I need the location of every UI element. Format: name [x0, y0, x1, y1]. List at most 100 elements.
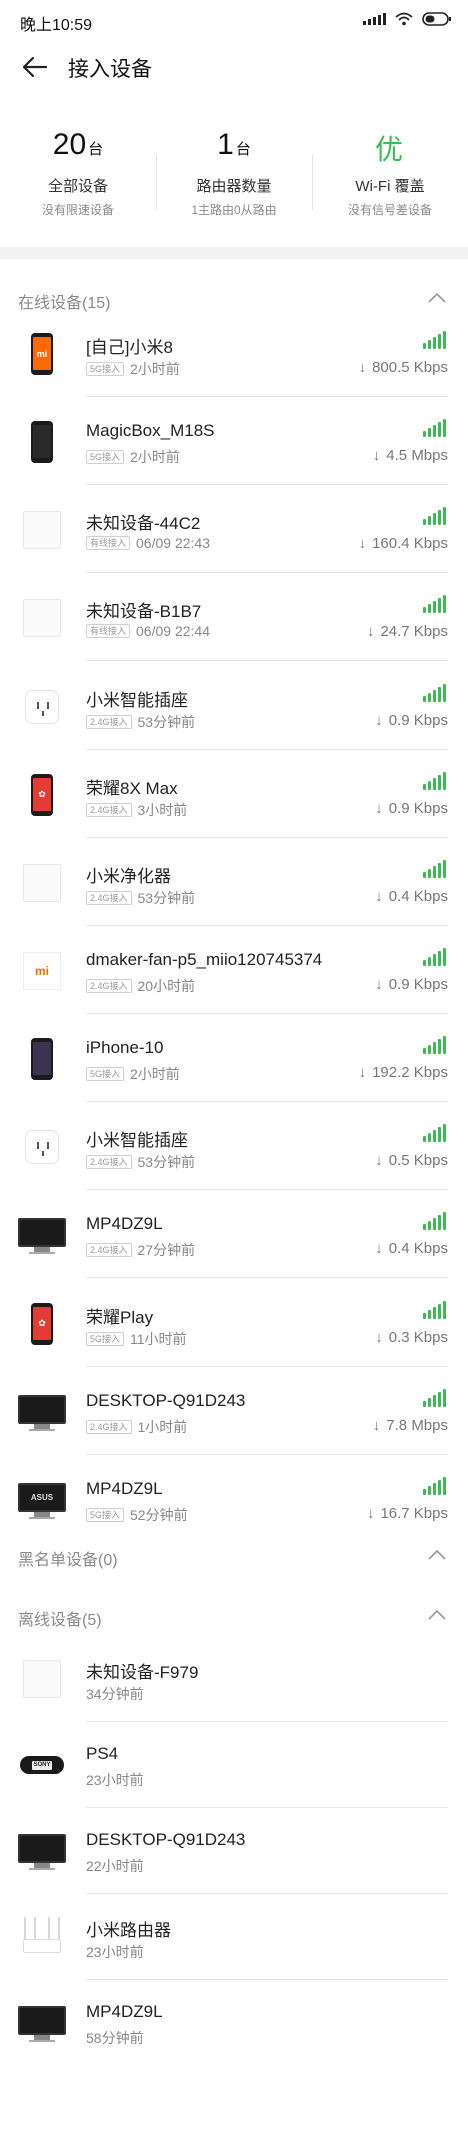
arrow-down-icon: ↓: [366, 1505, 375, 1522]
page-title: 接入设备: [68, 58, 152, 81]
monitor-icon: [18, 1211, 66, 1259]
device-meta: 22小时前: [86, 1856, 144, 1876]
stat-all-devices[interactable]: 20 台 全部设备 没有限速设备: [0, 120, 156, 230]
unknown-device-icon: [18, 859, 66, 907]
last-seen: 53分钟前: [137, 890, 196, 906]
device-meta: 2.4G接入 27分钟前: [86, 1240, 195, 1260]
speed-value: 0.3 Kbps: [388, 1329, 448, 1346]
speed-value: 4.5 Mbps: [386, 447, 448, 464]
stat-wifi-coverage[interactable]: 优 Wi-Fi 覆盖 没有信号差设备: [312, 120, 468, 230]
stat-routers[interactable]: 1台 路由器数量 1主路由0从路由: [156, 120, 312, 230]
device-meta: 58分钟前: [86, 2028, 144, 2048]
connection-tag: 5G接入: [86, 362, 125, 376]
speed-value: 0.4 Kbps: [388, 888, 448, 905]
speed-value: 800.5 Kbps: [372, 359, 448, 376]
device-row[interactable]: ✿ 荣耀8X Max 2.4G接入 3小时前 ↓ 0.9 Kbps: [0, 752, 468, 838]
device-row[interactable]: 小米智能插座 2.4G接入 53分钟前 ↓ 0.5 Kbps: [0, 1104, 468, 1190]
device-name: MP4DZ9L: [86, 1214, 163, 1233]
signal-strength-icon: [423, 507, 446, 525]
device-speed: ↓ 0.9 Kbps: [375, 712, 448, 729]
row-divider: [86, 1101, 448, 1102]
monitor-icon: [18, 1827, 66, 1875]
device-name: 未知设备-B1B7: [86, 602, 202, 621]
chevron-up-icon[interactable]: [428, 1550, 446, 1560]
device-name: MP4DZ9L: [86, 2002, 163, 2021]
monitor-icon: [18, 1388, 66, 1436]
connection-tag: 有线接入: [86, 536, 131, 550]
speed-value: 7.8 Mbps: [386, 1417, 448, 1434]
status-time: 晚上10:59: [20, 17, 93, 34]
last-seen: 3小时前: [137, 802, 188, 818]
device-name: 小米智能插座: [86, 1131, 188, 1150]
signal-strength-icon: [423, 948, 446, 966]
device-row[interactable]: MP4DZ9L 2.4G接入 27分钟前 ↓ 0.4 Kbps: [0, 1192, 468, 1278]
device-speed: ↓ 800.5 Kbps: [359, 359, 448, 376]
last-seen: 22小时前: [86, 1858, 144, 1874]
device-row[interactable]: mi dmaker-fan-p5_miio120745374 2.4G接入 20小时前…: [0, 928, 468, 1014]
speed-value: 0.9 Kbps: [388, 976, 448, 993]
device-name: 小米路由器: [86, 1921, 171, 1940]
device-row[interactable]: mi [自己]小米8 5G接入 2小时前 ↓ 800.5 Kbps: [0, 311, 468, 397]
device-row[interactable]: ASUS MP4DZ9L 5G接入 52分钟前 ↓ 16.7 Kbps: [0, 1457, 468, 1543]
device-speed: ↓ 0.9 Kbps: [375, 800, 448, 817]
device-row[interactable]: iPhone-10 5G接入 2小时前 ↓ 192.2 Kbps: [0, 1016, 468, 1102]
signal-strength-icon: [423, 419, 446, 437]
row-divider: [86, 1277, 448, 1278]
section-title: 离线设备(5): [18, 1612, 102, 1629]
device-row[interactable]: MP4DZ9L 58分钟前: [0, 1980, 468, 2066]
device-row[interactable]: 小米路由器 23小时前: [0, 1894, 468, 1980]
chevron-up-icon[interactable]: [428, 1610, 446, 1620]
device-name: dmaker-fan-p5_miio120745374: [86, 950, 323, 969]
device-name: iPhone-10: [86, 1038, 164, 1057]
device-name: 荣耀8X Max: [86, 779, 178, 798]
row-divider: [86, 1189, 448, 1190]
signal-strength-icon: [423, 684, 446, 702]
last-seen: 52分钟前: [130, 1507, 188, 1523]
device-row[interactable]: 小米智能插座 2.4G接入 53分钟前 ↓ 0.9 Kbps: [0, 664, 468, 750]
blacklist-section-header[interactable]: 黑名单设备(0): [0, 1534, 468, 1574]
stat-value: 优: [374, 134, 403, 165]
device-meta: 23小时前: [86, 1770, 144, 1790]
asus-monitor-icon: ASUS: [18, 1476, 66, 1524]
device-speed: ↓ 192.2 Kbps: [359, 1064, 448, 1081]
device-row[interactable]: 小米净化器 2.4G接入 53分钟前 ↓ 0.4 Kbps: [0, 840, 468, 926]
row-divider: [86, 396, 448, 397]
arrow-down-icon: ↓: [375, 1152, 383, 1169]
device-row[interactable]: 未知设备-F979 34分钟前: [0, 1636, 468, 1722]
unknown-device-icon: [18, 506, 66, 554]
chevron-up-icon[interactable]: [428, 293, 446, 303]
offline-section-header[interactable]: 离线设备(5): [0, 1594, 468, 1634]
device-speed: ↓ 0.3 Kbps: [375, 1329, 448, 1346]
signal-strength-icon: [423, 595, 446, 613]
device-name: 未知设备-F979: [86, 1663, 199, 1682]
monitor-icon: [18, 1999, 66, 2047]
device-name: MP4DZ9L: [86, 1479, 163, 1498]
device-speed: ↓ 7.8 Mbps: [373, 1417, 448, 1434]
last-seen: 06/09 22:43: [136, 535, 210, 551]
game-console-icon: SONY: [18, 1741, 66, 1789]
device-row[interactable]: 未知设备-44C2 有线接入 06/09 22:43 ↓ 160.4 Kbps: [0, 487, 468, 573]
arrow-down-icon: ↓: [358, 535, 367, 552]
connection-tag: 2.4G接入: [86, 715, 132, 729]
device-row[interactable]: DESKTOP-Q91D243 2.4G接入 1小时前 ↓ 7.8 Mbps: [0, 1369, 468, 1455]
device-row[interactable]: ✿ 荣耀Play 5G接入 11小时前 ↓ 0.3 Kbps: [0, 1281, 468, 1367]
device-meta: 有线接入 06/09 22:44: [86, 623, 210, 639]
last-seen: 2小时前: [130, 1066, 180, 1082]
connection-tag: 5G接入: [86, 1067, 125, 1081]
arrow-down-icon: ↓: [366, 623, 375, 640]
section-title: 黑名单设备(0): [18, 1552, 118, 1569]
stat-sub: 1主路由0从路由: [191, 203, 277, 217]
stat-unit: 台: [88, 141, 104, 158]
device-name: [自己]小米8: [86, 338, 173, 357]
arrow-down-icon: ↓: [358, 1064, 367, 1081]
connection-tag: 2.4G接入: [86, 803, 132, 817]
device-row[interactable]: MagicBox_M18S 5G接入 2小时前 ↓ 4.5 Mbps: [0, 399, 468, 485]
row-divider: [86, 1013, 448, 1014]
device-row[interactable]: SONY PS4 23小时前: [0, 1722, 468, 1808]
wifi-icon: [395, 12, 413, 26]
device-row[interactable]: DESKTOP-Q91D243 22小时前: [0, 1808, 468, 1894]
device-speed: ↓ 0.4 Kbps: [375, 1240, 448, 1257]
back-arrow-icon[interactable]: [20, 55, 48, 79]
device-row[interactable]: 未知设备-B1B7 有线接入 06/09 22:44 ↓ 24.7 Kbps: [0, 575, 468, 661]
unknown-device-icon: [18, 594, 66, 642]
